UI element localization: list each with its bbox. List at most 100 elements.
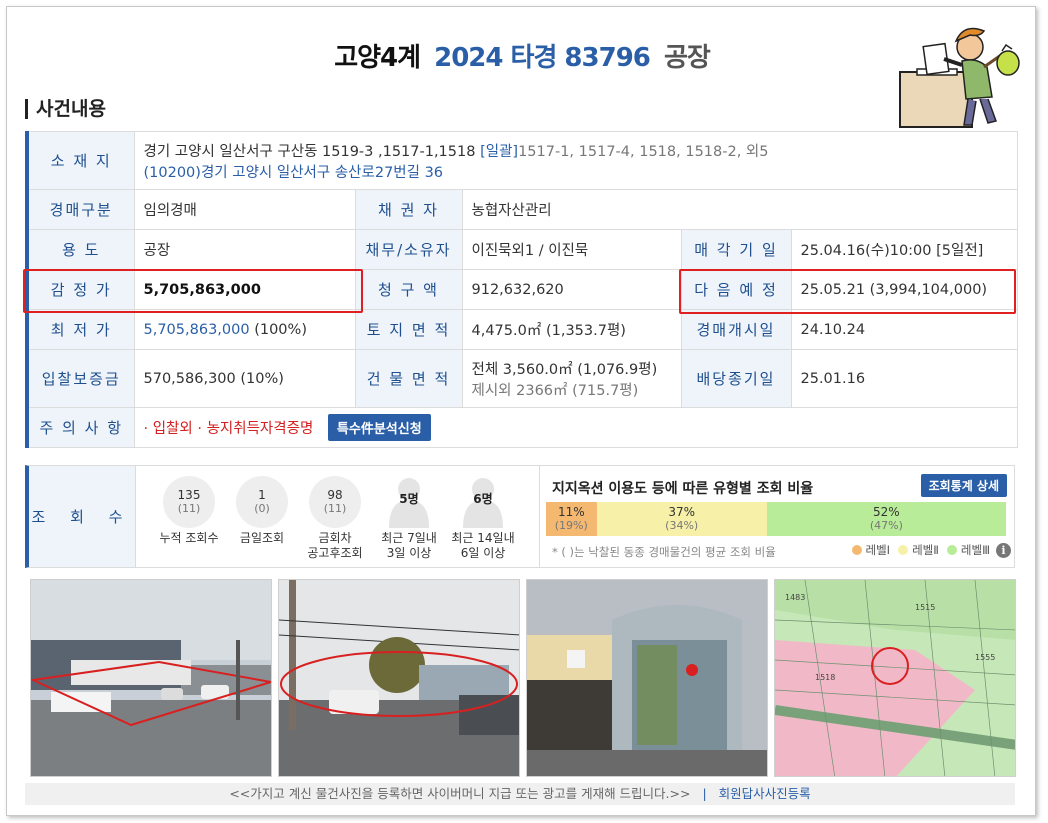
stat-today-views: 1 (0) 금일조회 [226,476,298,546]
building-area-cell: 전체 3,560.0㎡ (1,076.9평) 제시외 2366㎡ (715.7평… [461,349,682,408]
stat-sub: (0) [254,502,270,515]
min-price-pct: (100%) [254,321,307,338]
court-name: 고양4계 [334,43,421,73]
cadastral-map-icon: 1483 1515 1518 1555 [775,580,1015,776]
stat-round-views: 98 (11) 금회차 공고후조회 [299,476,371,561]
claim-label: 청 구 액 [354,269,463,310]
stat-caption: 누적 조회수 [159,531,219,545]
segment-value: 52% [873,505,900,519]
stat-caption: 금일조회 [239,531,285,545]
person-icon: 5명 [383,476,435,528]
usage-value: 공장 [133,229,356,270]
legend-dot-level3 [946,545,957,555]
debtor-label: 채무/소유자 [354,229,463,270]
deposit-label: 입찰보증금 [26,349,135,408]
segment-sub: (47%) [869,519,903,532]
svg-text:1555: 1555 [975,653,995,662]
segment-value: 11% [557,505,585,519]
visitor-caption-line2: 6일 이상 [460,546,506,560]
visitor-caption-line2: 3일 이상 [386,546,432,560]
building-area-label: 건 물 면 적 [354,349,463,408]
legend-dot-level1 [851,545,862,555]
view-ratio-panel: 지지옥션 이용도 등에 따른 유형별 조회 비율 조회통계 상세 11% (19%… [539,466,1017,567]
photo-yard-icon [31,580,271,776]
sale-date-cell: 25.04.16(수)10:00 [5일전] [790,229,1018,270]
stat-circle: 1 (0) [236,476,288,528]
info-icon[interactable]: i [996,542,1011,558]
creditor-label: 채 권 자 [354,189,463,230]
svg-text:1483: 1483 [785,593,805,602]
stat-7day-visitors: 5명 최근 7일내 3일 이상 [373,476,445,561]
land-area-label: 토 지 면 적 [354,309,463,350]
min-price-label: 최 저 가 [26,309,135,350]
bulk-lots: 1517-1, 1517-4, 1518, 1518-2, 외5 [518,143,769,160]
road-address[interactable]: (10200)경기 고양시 일산서구 송산로27번길 36 [144,161,1008,182]
visitor-caption-line1: 최근 7일내 [381,531,437,545]
usage-label: 용 도 [26,229,135,270]
property-photo-2[interactable] [278,579,520,777]
stat-caption: 금회차 공고후조회 [307,531,363,560]
legend-level3: 레벨Ⅲ [960,543,990,557]
footer-separator: | [702,786,707,801]
svg-text:1518: 1518 [815,673,835,682]
debtor-value: 이진묵외1 / 이진묵 [461,229,682,270]
segment-sub: (19%) [554,519,588,532]
ratio-note: * ( )는 낙찰된 동종 경매물건의 평균 조회 비율 [552,545,776,559]
auction-type-value: 임의경매 [133,189,356,230]
location-cell: 경기 고양시 일산서구 구산동 1519-3 ,1517-1,1518 [일괄]… [133,131,1018,190]
special-analysis-button[interactable]: 특수件분석신청 [327,414,431,441]
segment-value: 37% [668,505,696,519]
location-label: 소 재 지 [26,131,135,190]
bulk-link[interactable]: [일괄] [480,144,518,160]
min-price-value: 5,705,863,000 [143,321,250,338]
photo-street-icon [279,580,519,776]
visitor-count: 6명 [473,492,493,506]
photo-register-notice: <<가지고 계신 물건사진을 등록하면 사이버머니 지급 또는 광고를 게재해 … [229,786,691,801]
property-kind: 공장 [663,43,711,73]
mascot-illustration [899,27,1020,128]
stat-sub: (11) [323,502,347,515]
stat-value: 1 [258,488,266,502]
creditor-value: 농협자산관리 [461,189,1018,230]
property-photo-3[interactable] [526,579,768,777]
notice-text: · 입찰외 · 농지취득자격증명 [143,421,314,437]
svg-text:1515: 1515 [915,603,935,612]
view-stats-panel: 조 회 수 135 (11) 누적 조회수 1 (0) 금일조회 98 (11) 금회… [25,465,1015,568]
photo-footer: <<가지고 계신 물건사진을 등록하면 사이버머니 지급 또는 광고를 게재해 … [25,783,1015,805]
auction-start-label: 경매개시일 [680,309,792,350]
visitor-caption: 최근 7일내 3일 이상 [373,531,445,561]
next-schedule-highlight [679,269,1016,314]
section-title: 사건내용 [25,99,106,119]
legend-level1: 레벨Ⅰ [865,543,891,557]
claim-value: 912,632,620 [461,269,682,310]
page-title: 고양4계 2024 타경 83796 공장 [7,37,1037,74]
legend-dot-level2 [898,545,909,555]
stat-circle: 98 (11) [309,476,361,528]
page-frame: 고양4계 2024 타경 83796 공장 사건내용 소 재 지 경기 고양시 … [6,6,1036,816]
dividend-label: 배당종기일 [680,349,792,408]
auction-type-label: 경매구분 [26,189,135,230]
person-icon: 6명 [457,476,509,528]
stat-value: 135 [177,488,201,502]
photo-gate-icon [527,580,767,776]
stat-14day-visitors: 6명 최근 14일내 6일 이상 [447,476,519,561]
view-stats-detail-button[interactable]: 조회통계 상세 [920,474,1007,497]
property-photo-map[interactable]: 1483 1515 1518 1555 [774,579,1016,777]
notice-cell: · 입찰외 · 농지취득자격증명 특수件분석신청 [133,407,1018,448]
ratio-bar: 11% (19%) 37% (34%) 52% (47%) [546,502,1006,536]
deposit-value: 570,586,300 (10%) [133,349,356,408]
land-area-value: 4,475.0㎡ (1,353.7평) [461,309,682,350]
property-photo-1[interactable] [30,579,272,777]
min-price-cell: 5,705,863,000 (100%) [133,309,356,350]
appraisal-highlight [23,269,363,313]
ratio-segment-level1: 11% (19%) [546,502,597,536]
sale-date-value: 25.04.16(수)10:00 [800,243,932,259]
segment-sub: (34%) [665,519,699,532]
views-label: 조 회 수 [29,466,136,567]
stat-total-views: 135 (11) 누적 조회수 [153,476,225,546]
member-photo-register-link[interactable]: 회원답사사진등록 [719,786,811,801]
sale-date-dday: [5일전] [936,243,984,259]
ratio-title: 지지옥션 이용도 등에 따른 유형별 조회 비율 [552,481,814,497]
auction-start-value: 24.10.24 [790,309,1018,350]
visitor-caption: 최근 14일내 6일 이상 [447,531,519,561]
